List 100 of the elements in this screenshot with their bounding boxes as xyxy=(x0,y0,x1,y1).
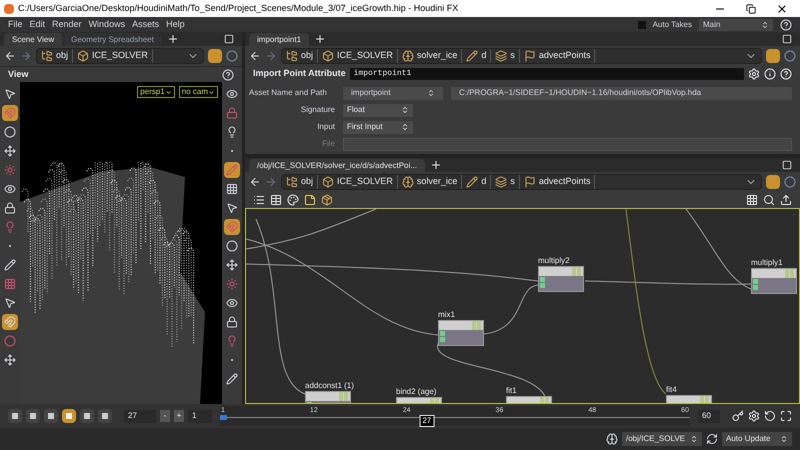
playback-button[interactable] xyxy=(26,409,40,423)
path-crumb[interactable]: obj xyxy=(286,49,318,63)
tool-button[interactable] xyxy=(2,352,18,368)
pane-tab[interactable]: /obj/ICE_SOLVER/solver_ice/d/s/advectPoi... xyxy=(249,159,425,172)
menu-item[interactable]: Windows xyxy=(88,18,126,32)
camera-menu[interactable]: persp1 xyxy=(137,86,175,98)
viewport[interactable]: persp1 no cam xyxy=(20,82,222,404)
help-icon[interactable] xyxy=(780,18,792,30)
playback-button[interactable] xyxy=(44,409,58,423)
palette-icon[interactable] xyxy=(287,194,299,206)
back-icon[interactable] xyxy=(249,176,261,188)
take-dropdown[interactable]: Main xyxy=(699,18,773,30)
sticky-note-icon[interactable] xyxy=(304,194,316,206)
help-icon[interactable] xyxy=(222,68,234,80)
settings-icon[interactable] xyxy=(748,410,760,422)
path-crumb[interactable]: d xyxy=(466,175,492,189)
pane-menu-icon[interactable] xyxy=(782,160,792,170)
playhead[interactable]: 27 xyxy=(419,415,434,427)
menu-field[interactable]: Float xyxy=(343,104,413,116)
path-crumb[interactable]: obj xyxy=(41,49,74,63)
asset-dropdown[interactable]: importpoint xyxy=(343,86,443,100)
table-icon[interactable] xyxy=(270,194,282,206)
context-path-dropdown[interactable]: /obj/ICE_SOLVE xyxy=(622,432,702,446)
step-field[interactable]: 1 xyxy=(188,410,212,422)
vop-node[interactable] xyxy=(538,266,584,292)
pin-button[interactable] xyxy=(208,49,222,63)
upload-icon[interactable] xyxy=(780,194,792,206)
circle-icon[interactable] xyxy=(226,50,238,62)
menu-item[interactable]: Assets xyxy=(132,18,160,32)
tool-button[interactable] xyxy=(2,143,18,159)
menu-item[interactable]: Render xyxy=(52,18,82,32)
restore-icon[interactable] xyxy=(746,4,756,14)
tool-button[interactable] xyxy=(2,200,18,216)
brain-icon[interactable] xyxy=(606,433,618,445)
playback-button[interactable] xyxy=(62,409,76,423)
vop-node[interactable] xyxy=(438,320,484,346)
pin-button[interactable] xyxy=(766,175,780,189)
pane-tab[interactable]: Scene View xyxy=(4,33,62,46)
tool-button[interactable] xyxy=(2,257,18,273)
vop-node[interactable] xyxy=(751,268,797,294)
circle-icon[interactable] xyxy=(784,50,796,62)
menu-item[interactable]: Help xyxy=(166,18,185,32)
playback-button[interactable] xyxy=(8,409,22,423)
tool-button[interactable] xyxy=(224,371,240,387)
node-name-field[interactable]: importpoint1 xyxy=(350,68,744,80)
pane-menu-icon[interactable] xyxy=(224,34,234,44)
key-icon[interactable] xyxy=(732,410,744,422)
auto-takes-checkbox[interactable] xyxy=(638,20,646,28)
grid-icon[interactable] xyxy=(746,194,758,206)
settings-icon[interactable] xyxy=(748,68,760,80)
back-icon[interactable] xyxy=(249,50,261,62)
refresh-icon[interactable] xyxy=(706,433,718,445)
path-crumb[interactable]: advectPoints xyxy=(524,49,596,63)
end-frame-field[interactable]: 60 xyxy=(698,410,720,422)
path-crumb[interactable]: solver_ice xyxy=(402,175,462,189)
step-button[interactable]: + xyxy=(174,410,184,422)
circle-icon[interactable] xyxy=(784,176,796,188)
path-crumb[interactable]: s xyxy=(495,175,520,189)
path-crumb[interactable]: obj xyxy=(286,175,318,189)
add-tab-icon[interactable] xyxy=(314,33,326,45)
tool-button[interactable] xyxy=(224,257,240,273)
playback-button[interactable] xyxy=(80,409,94,423)
pane-tab[interactable]: importpoint1 xyxy=(249,33,310,46)
add-tab-icon[interactable] xyxy=(166,33,179,45)
loop-icon[interactable] xyxy=(764,410,776,422)
step-button[interactable]: - xyxy=(160,410,170,422)
tool-button[interactable] xyxy=(224,219,240,235)
asset-path-field[interactable]: C:/PROGRA~1/SIDEEF~1/HOUDIN~1.16/houdini/otls/OPlibVop.hda xyxy=(451,86,792,100)
update-mode-dropdown[interactable]: Auto Update xyxy=(722,432,792,446)
path-crumb[interactable]: ICE_SOLVER xyxy=(77,49,153,63)
tool-button[interactable] xyxy=(2,124,18,140)
search-icon[interactable] xyxy=(763,194,775,206)
tool-button[interactable] xyxy=(2,105,18,121)
close-icon[interactable] xyxy=(776,2,788,14)
menu-item[interactable]: File xyxy=(8,18,23,32)
pane-tab[interactable]: Geometry Spreadsheet xyxy=(63,33,162,46)
info-icon[interactable] xyxy=(764,68,776,80)
box-icon[interactable] xyxy=(321,194,333,206)
expand-icon[interactable] xyxy=(780,410,792,422)
network-canvas[interactable]: multiply2 multiply1 mix1 addconst1 (1) bind2 (age) fit1 fit4 xyxy=(245,208,800,404)
help-icon[interactable] xyxy=(780,68,792,80)
path-crumb[interactable]: ICE_SOLVER xyxy=(322,175,398,189)
path-crumb[interactable]: solver_ice xyxy=(402,49,462,63)
tool-button[interactable] xyxy=(224,238,240,254)
pin-button[interactable] xyxy=(766,49,780,63)
path-crumb[interactable]: advectPoints xyxy=(524,175,596,189)
tool-button[interactable] xyxy=(224,181,240,197)
tool-button[interactable] xyxy=(224,162,240,178)
menu-item[interactable]: Edit xyxy=(30,18,46,32)
back-icon[interactable] xyxy=(4,50,16,62)
path-crumb[interactable]: ICE_SOLVER xyxy=(322,49,398,63)
path-crumb[interactable]: d xyxy=(466,49,492,63)
tool-button[interactable] xyxy=(2,314,18,330)
pane-menu-icon[interactable] xyxy=(782,34,792,44)
add-tab-icon[interactable] xyxy=(430,159,442,171)
menu-field[interactable]: First Input xyxy=(343,120,413,134)
camera-mode-menu[interactable]: no cam xyxy=(178,86,218,98)
tool-button[interactable] xyxy=(224,314,240,330)
frame-field[interactable]: 27 xyxy=(124,410,156,422)
playback-button[interactable] xyxy=(98,409,112,423)
